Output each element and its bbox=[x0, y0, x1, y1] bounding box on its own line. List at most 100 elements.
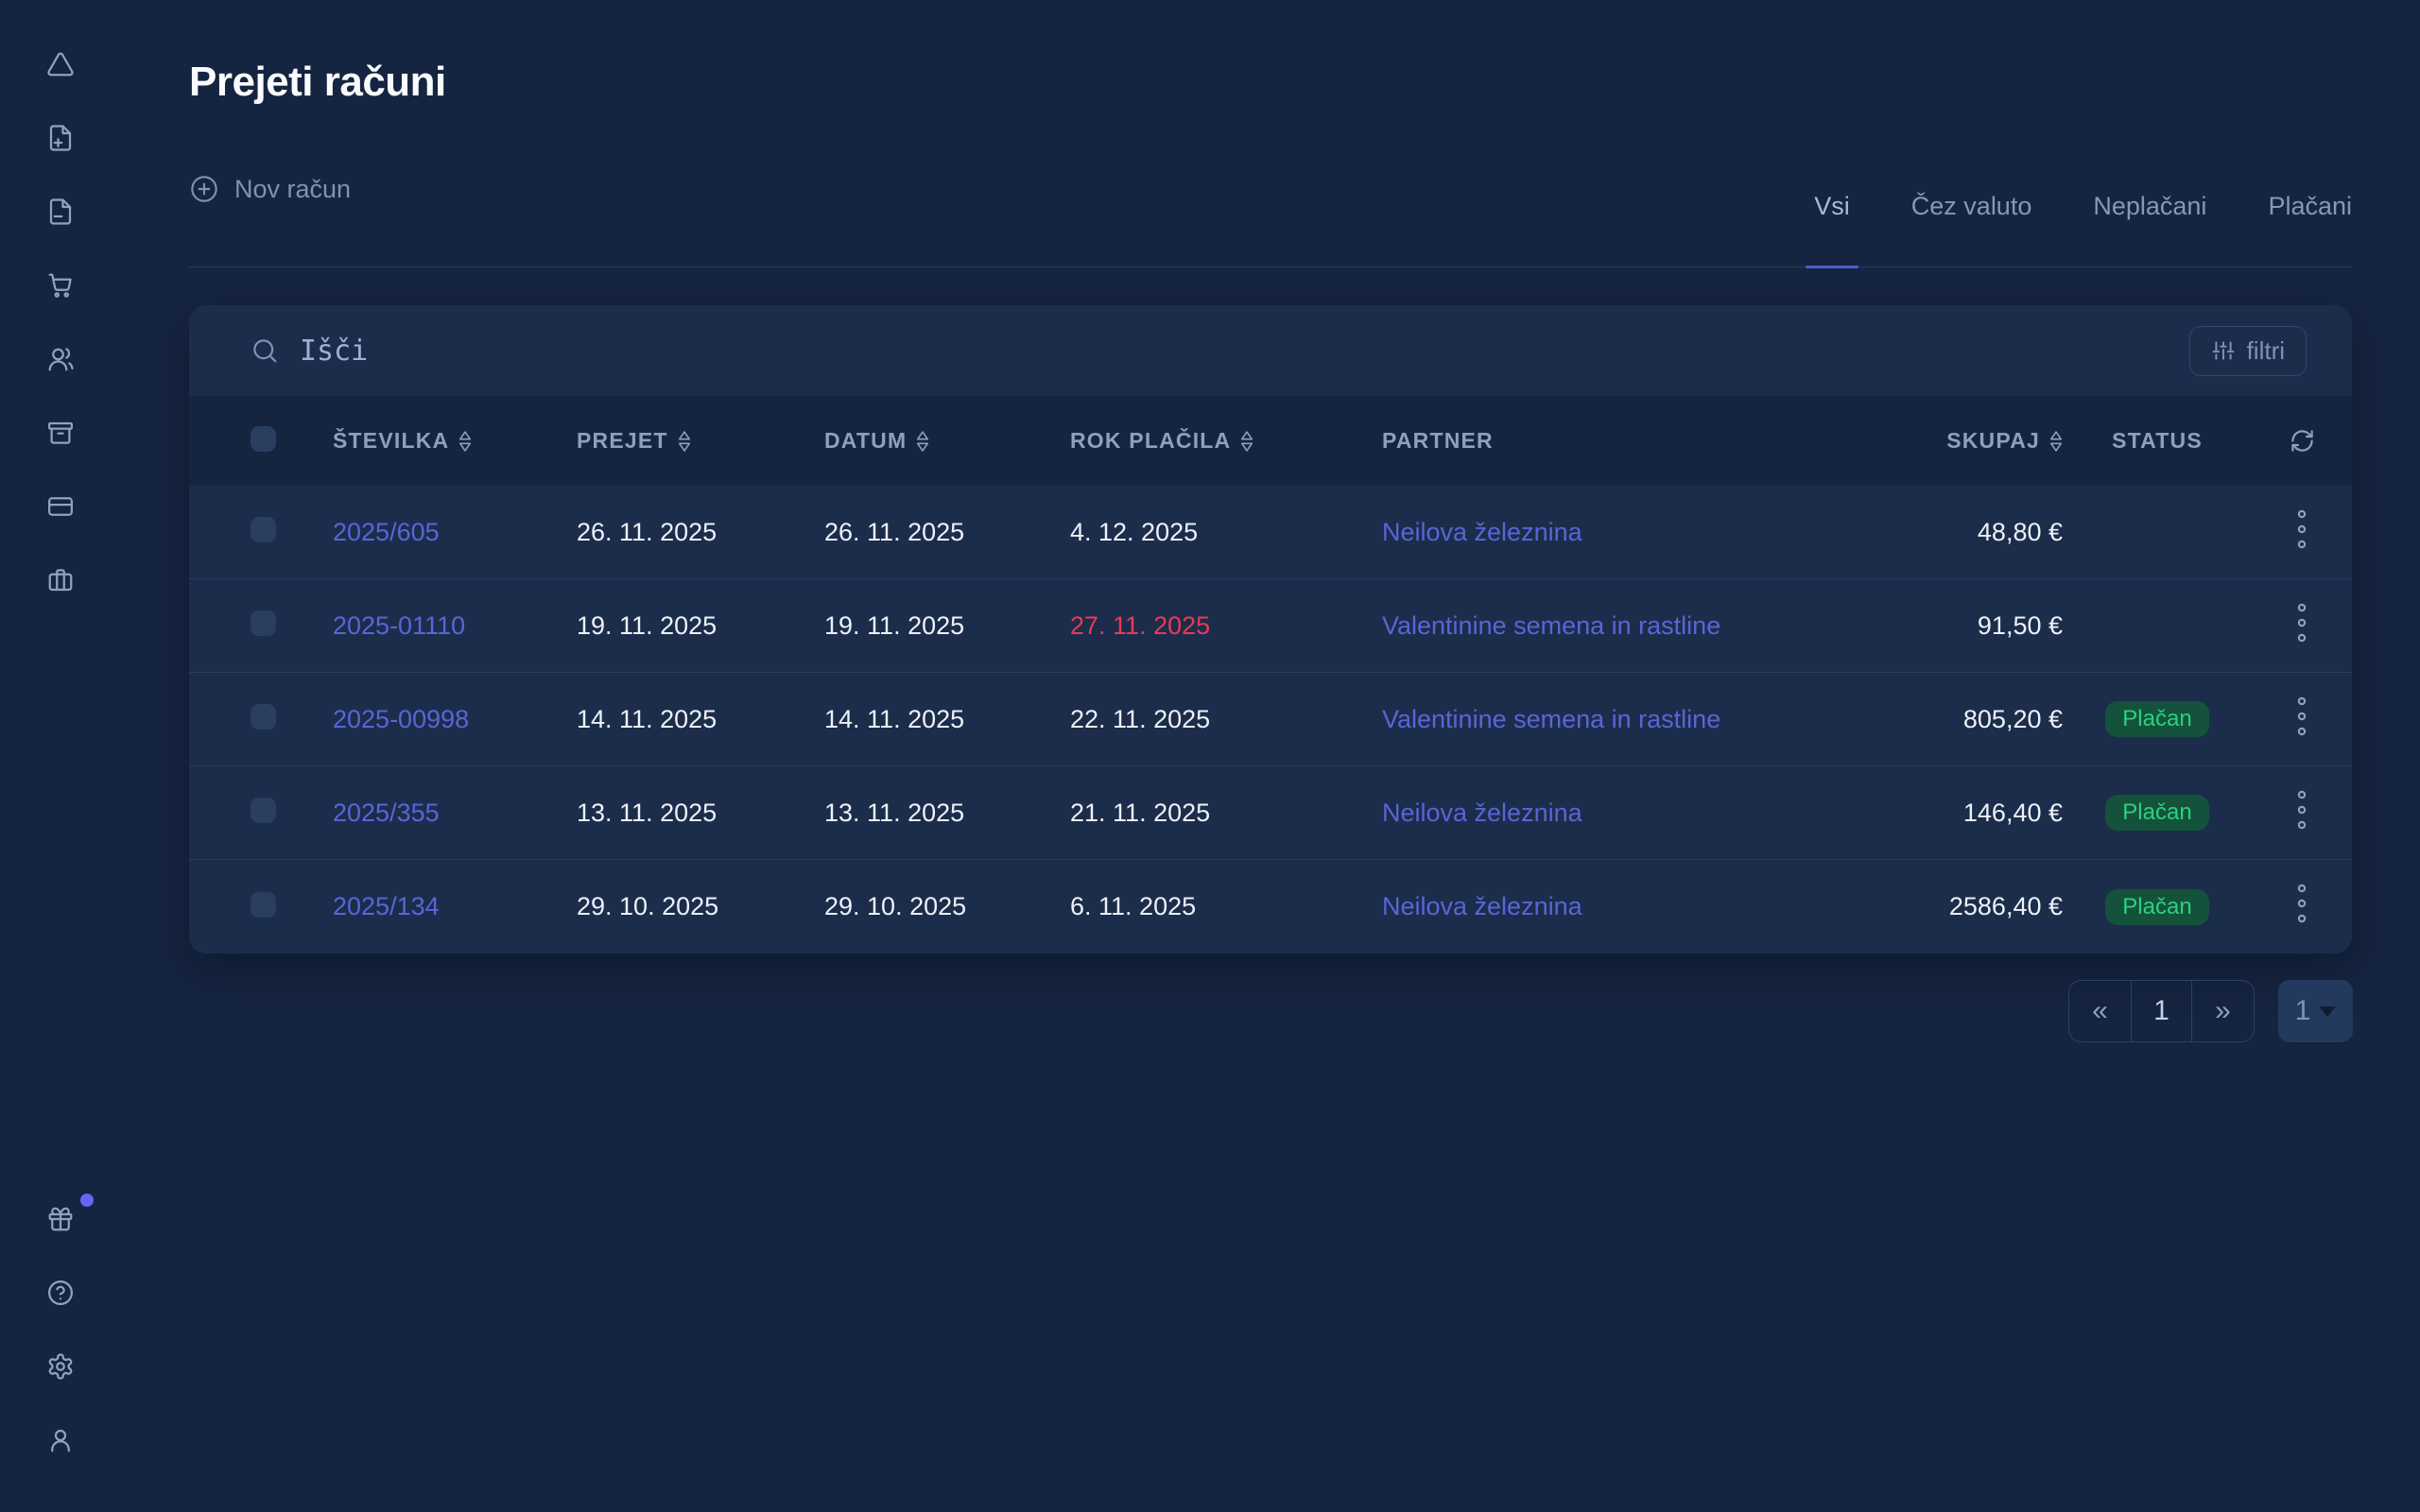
due-date: 21. 11. 2025 bbox=[1070, 799, 1382, 828]
row-checkbox[interactable] bbox=[251, 610, 276, 636]
new-invoice-button[interactable]: Nov račun bbox=[189, 163, 351, 215]
first-page-button[interactable]: « bbox=[2069, 981, 2131, 1041]
invoice-date: 26. 11. 2025 bbox=[824, 518, 1070, 547]
filters-button[interactable]: filtri bbox=[2189, 326, 2307, 376]
partner-link[interactable]: Valentinine semena in rastline bbox=[1382, 705, 1720, 733]
table-header-row: ŠTEVILKA PREJET DATUM ROK PLAČILA PARTNE… bbox=[189, 396, 2352, 486]
row-menu-button[interactable] bbox=[2295, 882, 2308, 925]
current-page: 1 bbox=[2131, 981, 2192, 1041]
tab-vsi[interactable]: Vsi bbox=[1814, 146, 1850, 266]
file-plus-icon[interactable] bbox=[46, 124, 75, 152]
partner-link[interactable]: Valentinine semena in rastline bbox=[1382, 611, 1720, 640]
settings-gear-icon[interactable] bbox=[46, 1352, 75, 1381]
row-total: 91,50 € bbox=[1978, 611, 2063, 641]
row-menu-button[interactable] bbox=[2295, 695, 2308, 738]
table-row: 2025/605 26. 11. 2025 26. 11. 2025 4. 12… bbox=[189, 486, 2352, 579]
partner-link[interactable]: Neilova železnina bbox=[1382, 892, 1582, 920]
row-menu-button[interactable] bbox=[2295, 507, 2308, 551]
help-circle-icon[interactable] bbox=[46, 1279, 75, 1307]
file-minus-icon[interactable] bbox=[46, 198, 75, 226]
row-checkbox[interactable] bbox=[251, 704, 276, 730]
due-date: 27. 11. 2025 bbox=[1070, 611, 1382, 641]
header-cell-status: STATUS bbox=[2112, 428, 2203, 454]
row-menu-button[interactable] bbox=[2295, 788, 2308, 832]
header-cell-prejet[interactable]: PREJET bbox=[577, 428, 824, 454]
notification-dot bbox=[80, 1194, 94, 1207]
received-date: 29. 10. 2025 bbox=[577, 892, 824, 921]
tab-placani[interactable]: Plačani bbox=[2268, 146, 2352, 266]
last-page-button[interactable]: » bbox=[2192, 981, 2254, 1041]
header-cell-actions bbox=[2290, 428, 2315, 454]
chevron-down-icon bbox=[2319, 1006, 2336, 1017]
search-input[interactable] bbox=[300, 335, 2189, 368]
page-group: « 1 » bbox=[2068, 980, 2255, 1042]
status-badge: Plačan bbox=[2105, 889, 2208, 925]
received-date: 26. 11. 2025 bbox=[577, 518, 824, 547]
search-icon bbox=[251, 336, 279, 365]
status-badge: Plačan bbox=[2105, 701, 2208, 737]
row-total: 2586,40 € bbox=[1949, 892, 2063, 921]
header-cell-rok-placila[interactable]: ROK PLAČILA bbox=[1070, 428, 1382, 454]
header-cell-checkbox bbox=[189, 426, 333, 456]
row-checkbox[interactable] bbox=[251, 517, 276, 542]
table-row: 2025/355 13. 11. 2025 13. 11. 2025 21. 1… bbox=[189, 766, 2352, 860]
invoice-number-link[interactable]: 2025/134 bbox=[333, 892, 440, 920]
sort-icon[interactable] bbox=[458, 430, 472, 453]
header-cell-stevilka[interactable]: ŠTEVILKA bbox=[333, 428, 577, 454]
status-badge: Plačan bbox=[2105, 795, 2208, 831]
sidebar bbox=[0, 0, 120, 1512]
invoice-date: 14. 11. 2025 bbox=[824, 705, 1070, 734]
credit-card-icon[interactable] bbox=[46, 492, 75, 521]
partner-link[interactable]: Neilova železnina bbox=[1382, 518, 1582, 546]
sort-icon[interactable] bbox=[678, 430, 691, 453]
table-row: 2025-01110 19. 11. 2025 19. 11. 2025 27.… bbox=[189, 579, 2352, 673]
row-checkbox[interactable] bbox=[251, 892, 276, 918]
due-date: 4. 12. 2025 bbox=[1070, 518, 1382, 547]
gift-icon[interactable] bbox=[46, 1205, 75, 1233]
row-checkbox[interactable] bbox=[251, 798, 276, 823]
triangle-logo-icon[interactable] bbox=[46, 50, 75, 78]
pagination: « 1 » 1 bbox=[2068, 980, 2353, 1042]
invoices-card: filtri ŠTEVILKA PREJET DATUM ROK PLAČILA… bbox=[189, 305, 2352, 954]
page-size-select[interactable]: 1 bbox=[2278, 980, 2353, 1042]
row-total: 805,20 € bbox=[1963, 705, 2063, 734]
sort-icon[interactable] bbox=[2049, 430, 2063, 453]
invoice-number-link[interactable]: 2025-01110 bbox=[333, 611, 465, 640]
filters-label: filtri bbox=[2247, 336, 2285, 366]
tab-neplacani[interactable]: Neplačani bbox=[2093, 146, 2206, 266]
briefcase-icon[interactable] bbox=[46, 566, 75, 594]
row-total: 146,40 € bbox=[1963, 799, 2063, 828]
sliders-icon bbox=[2211, 338, 2236, 363]
invoice-date: 29. 10. 2025 bbox=[824, 892, 1070, 921]
search-row: filtri bbox=[189, 305, 2352, 396]
users-icon[interactable] bbox=[46, 345, 75, 373]
tab-cez-valuto[interactable]: Čez valuto bbox=[1911, 146, 2032, 266]
new-invoice-label: Nov račun bbox=[234, 175, 351, 204]
invoice-number-link[interactable]: 2025-00998 bbox=[333, 705, 469, 733]
due-date: 6. 11. 2025 bbox=[1070, 892, 1382, 921]
header-cell-partner: PARTNER bbox=[1382, 428, 1893, 454]
header-cell-datum[interactable]: DATUM bbox=[824, 428, 1070, 454]
page-size-value: 1 bbox=[2295, 995, 2311, 1027]
row-total: 48,80 € bbox=[1978, 518, 2063, 547]
refresh-icon[interactable] bbox=[2290, 428, 2315, 454]
due-date: 22. 11. 2025 bbox=[1070, 705, 1382, 734]
invoice-number-link[interactable]: 2025/355 bbox=[333, 799, 440, 827]
plus-circle-icon bbox=[189, 174, 219, 204]
select-all-checkbox[interactable] bbox=[251, 426, 276, 452]
sort-icon[interactable] bbox=[916, 430, 929, 453]
invoice-number-link[interactable]: 2025/605 bbox=[333, 518, 440, 546]
toolbar: Nov račun Vsi Čez valuto Neplačani Plača… bbox=[189, 146, 2352, 267]
table-row: 2025/134 29. 10. 2025 29. 10. 2025 6. 11… bbox=[189, 860, 2352, 954]
sort-icon[interactable] bbox=[1240, 430, 1253, 453]
tab-bar: Vsi Čez valuto Neplačani Plačani bbox=[1814, 146, 2352, 266]
partner-link[interactable]: Neilova železnina bbox=[1382, 799, 1582, 827]
shopping-cart-icon[interactable] bbox=[46, 271, 75, 300]
row-menu-button[interactable] bbox=[2295, 601, 2308, 644]
user-icon[interactable] bbox=[46, 1426, 75, 1454]
received-date: 13. 11. 2025 bbox=[577, 799, 824, 828]
archive-icon[interactable] bbox=[46, 419, 75, 447]
header-cell-skupaj[interactable]: SKUPAJ bbox=[1893, 428, 2063, 454]
sidebar-bottom-group bbox=[0, 1205, 120, 1500]
table-body: 2025/605 26. 11. 2025 26. 11. 2025 4. 12… bbox=[189, 486, 2352, 954]
